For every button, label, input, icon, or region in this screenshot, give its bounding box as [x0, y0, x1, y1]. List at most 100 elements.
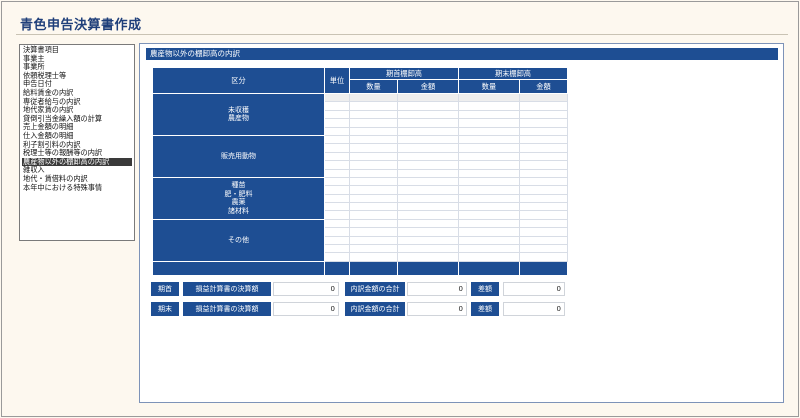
closing-qty-cell[interactable] — [458, 143, 520, 153]
opening-qty-cell[interactable] — [349, 176, 398, 187]
closing-amount-cell[interactable] — [519, 109, 568, 120]
closing-qty-cell[interactable] — [458, 235, 520, 246]
opening-qty-cell[interactable] — [349, 151, 398, 162]
section-list[interactable]: 決算書項目 事業主 事業所 依頼税理士等 申告日付 給料賃金の内訳 専従者給与の… — [19, 44, 135, 241]
unit-cell[interactable] — [324, 160, 350, 170]
closing-qty-cell[interactable] — [458, 160, 520, 170]
closing-qty-cell[interactable] — [458, 244, 520, 254]
opening-qty-cell[interactable] — [349, 126, 398, 136]
closing-qty-cell[interactable] — [458, 109, 520, 120]
opening-amount-cell[interactable] — [397, 134, 459, 145]
closing-amount-cell[interactable] — [519, 235, 568, 246]
unit-cell[interactable] — [324, 218, 350, 229]
unit-cell[interactable] — [324, 109, 350, 120]
opening-qty-cell[interactable] — [349, 143, 398, 153]
unit-cell[interactable] — [324, 202, 350, 212]
opening-qty-cell[interactable] — [349, 244, 398, 254]
closing-qty-cell[interactable] — [458, 168, 520, 178]
opening-amount-cell[interactable] — [397, 210, 459, 220]
closing-amount-cell[interactable] — [519, 210, 568, 220]
opening-pl-value[interactable]: 0 — [273, 282, 339, 296]
opening-amount-cell[interactable] — [397, 235, 459, 246]
closing-amount-cell[interactable] — [519, 143, 568, 153]
opening-amount-cell[interactable] — [397, 151, 459, 162]
closing-amount-cell[interactable] — [519, 185, 568, 195]
closing-amount-cell[interactable] — [519, 151, 568, 162]
opening-qty-cell[interactable] — [349, 210, 398, 220]
unit-cell[interactable] — [324, 101, 350, 111]
sidebar-item-special-circumstances[interactable]: 本年中における特殊事情 — [22, 183, 132, 193]
closing-qty-cell[interactable] — [458, 227, 520, 237]
opening-amount-cell[interactable] — [397, 92, 459, 103]
opening-qty-cell[interactable] — [349, 252, 398, 262]
closing-qty-cell[interactable] — [458, 185, 520, 195]
closing-qty-cell[interactable] — [458, 176, 520, 187]
unit-cell[interactable] — [324, 185, 350, 195]
opening-amount-cell[interactable] — [397, 227, 459, 237]
opening-amount-cell[interactable] — [397, 244, 459, 254]
unit-cell[interactable] — [324, 143, 350, 153]
unit-cell[interactable] — [324, 118, 350, 128]
closing-amount-cell[interactable] — [519, 160, 568, 170]
unit-cell[interactable] — [324, 252, 350, 262]
closing-amount-cell[interactable] — [519, 227, 568, 237]
opening-qty-cell[interactable] — [349, 227, 398, 237]
opening-amount-cell[interactable] — [397, 109, 459, 120]
unit-cell[interactable] — [324, 151, 350, 162]
unit-cell[interactable] — [324, 235, 350, 246]
opening-amount-cell[interactable] — [397, 185, 459, 195]
closing-amount-cell[interactable] — [519, 244, 568, 254]
closing-amount-cell[interactable] — [519, 126, 568, 136]
unit-cell[interactable] — [324, 227, 350, 237]
closing-qty-cell[interactable] — [458, 118, 520, 128]
closing-qty-cell[interactable] — [458, 151, 520, 162]
opening-qty-cell[interactable] — [349, 118, 398, 128]
unit-cell[interactable] — [324, 193, 350, 204]
opening-qty-cell[interactable] — [349, 193, 398, 204]
unit-cell[interactable] — [324, 168, 350, 178]
unit-cell[interactable] — [324, 210, 350, 220]
closing-amount-cell[interactable] — [519, 202, 568, 212]
closing-qty-cell[interactable] — [458, 126, 520, 136]
opening-qty-cell[interactable] — [349, 235, 398, 246]
opening-qty-cell[interactable] — [349, 109, 398, 120]
opening-amount-cell[interactable] — [397, 193, 459, 204]
unit-cell[interactable] — [324, 134, 350, 145]
opening-qty-cell[interactable] — [349, 160, 398, 170]
closing-qty-cell[interactable] — [458, 92, 520, 103]
closing-amount-cell[interactable] — [519, 92, 568, 103]
closing-amount-cell[interactable] — [519, 101, 568, 111]
opening-qty-cell[interactable] — [349, 218, 398, 229]
opening-qty-cell[interactable] — [349, 92, 398, 103]
opening-qty-cell[interactable] — [349, 185, 398, 195]
closing-pl-value[interactable]: 0 — [273, 302, 339, 316]
opening-amount-cell[interactable] — [397, 176, 459, 187]
closing-amount-cell[interactable] — [519, 218, 568, 229]
closing-amount-cell[interactable] — [519, 193, 568, 204]
closing-amount-cell[interactable] — [519, 168, 568, 178]
opening-amount-cell[interactable] — [397, 168, 459, 178]
closing-qty-cell[interactable] — [458, 134, 520, 145]
opening-amount-cell[interactable] — [397, 218, 459, 229]
opening-qty-cell[interactable] — [349, 202, 398, 212]
unit-cell[interactable] — [324, 176, 350, 187]
unit-cell[interactable] — [324, 126, 350, 136]
opening-qty-cell[interactable] — [349, 101, 398, 111]
unit-cell[interactable] — [324, 244, 350, 254]
opening-amount-cell[interactable] — [397, 118, 459, 128]
closing-amount-cell[interactable] — [519, 176, 568, 187]
closing-qty-cell[interactable] — [458, 252, 520, 262]
closing-amount-cell[interactable] — [519, 252, 568, 262]
closing-amount-cell[interactable] — [519, 134, 568, 145]
opening-amount-cell[interactable] — [397, 202, 459, 212]
opening-qty-cell[interactable] — [349, 134, 398, 145]
unit-cell[interactable] — [324, 92, 350, 103]
opening-qty-cell[interactable] — [349, 168, 398, 178]
opening-amount-cell[interactable] — [397, 101, 459, 111]
opening-amount-cell[interactable] — [397, 160, 459, 170]
opening-amount-cell[interactable] — [397, 126, 459, 136]
closing-qty-cell[interactable] — [458, 202, 520, 212]
closing-qty-cell[interactable] — [458, 101, 520, 111]
closing-qty-cell[interactable] — [458, 193, 520, 204]
closing-amount-cell[interactable] — [519, 118, 568, 128]
